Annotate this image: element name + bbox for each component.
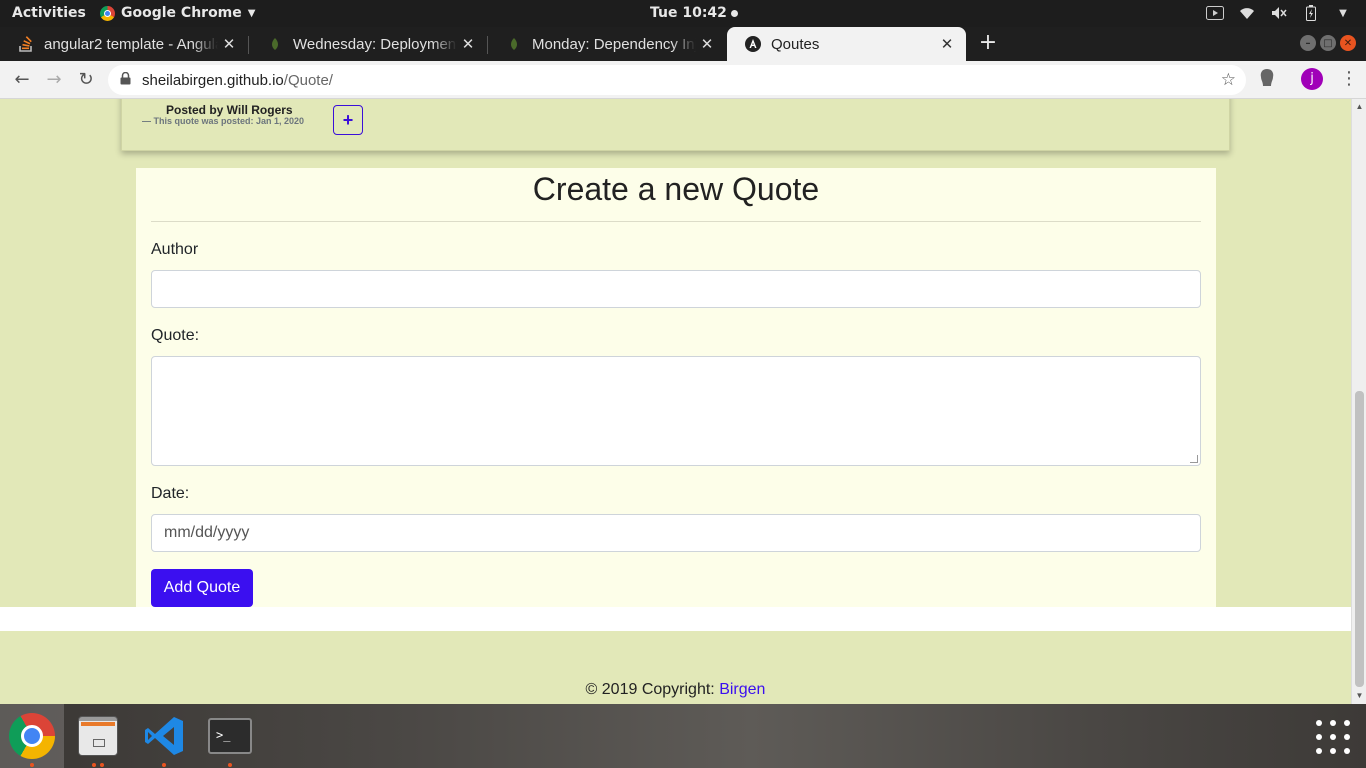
angular-icon (745, 36, 761, 52)
forward-arrow-icon[interactable]: → (42, 68, 66, 92)
reload-icon[interactable]: ↻ (74, 68, 98, 92)
vscode-icon (145, 717, 183, 755)
clock[interactable]: Tue 10:42 (650, 5, 738, 21)
lock-icon (120, 71, 134, 89)
tab-title: Qoutes (771, 35, 820, 53)
tab-title: Wednesday: Deployment (293, 35, 457, 53)
scroll-down-arrow-icon[interactable]: ▼ (1355, 691, 1364, 700)
tab-title: Monday: Dependency Injection (532, 35, 696, 53)
system-tray[interactable]: ▼ (1206, 4, 1352, 22)
tab-wednesday-deployment[interactable]: Wednesday: Deployment ✕ (249, 27, 487, 61)
upvote-button[interactable]: + (333, 105, 363, 135)
dock-files[interactable] (66, 704, 130, 768)
create-quote-form: Create a new Quote Author Quote: Date: m… (136, 168, 1216, 608)
date-input-placeholder: mm/dd/yyyy (164, 524, 250, 541)
extension-icon[interactable] (1258, 68, 1278, 90)
screencast-icon[interactable] (1206, 4, 1224, 22)
ubuntu-dock: >_ (0, 704, 1366, 768)
scroll-up-arrow-icon[interactable]: ▲ (1355, 102, 1364, 111)
chrome-icon (9, 713, 55, 759)
page-scrollbar[interactable]: ▲ ▼ (1351, 99, 1366, 704)
bookmark-star-icon[interactable]: ☆ (1221, 70, 1236, 90)
dock-vscode[interactable] (132, 704, 196, 768)
date-label: Date: (151, 485, 190, 502)
terminal-icon: >_ (208, 718, 252, 754)
tab-angular2-template[interactable]: angular2 template - Angular ✕ (0, 27, 248, 61)
quote-label: Quote: (151, 327, 200, 344)
quote-author: Posted by Will Rogers (166, 103, 293, 117)
back-arrow-icon[interactable]: ← (10, 68, 34, 92)
chrome-menu-icon[interactable]: ⋮ (1340, 68, 1358, 90)
scrollbar-thumb[interactable] (1355, 391, 1364, 687)
tab-strip: angular2 template - Angular ✕ Wednesday:… (0, 27, 1366, 61)
chrome-icon (100, 5, 115, 21)
quote-date: — This quote was posted: Jan 1, 2020 (142, 116, 305, 126)
page-footer: © 2019 Copyright: Birgen (0, 681, 1351, 699)
tab-monday-dependency-injection[interactable]: Monday: Dependency Injection ✕ (488, 27, 726, 61)
battery-icon[interactable] (1302, 4, 1320, 22)
add-quote-button[interactable]: Add Quote (151, 569, 253, 607)
maximize-icon[interactable]: □ (1320, 35, 1336, 51)
url-path: /Quote/ (283, 71, 333, 89)
address-bar[interactable]: sheilabirgen.github.io /Quote/ ☆ (108, 65, 1246, 95)
quote-card: Posted by Will Rogers — This quote was p… (121, 99, 1230, 151)
system-menu-caret-icon[interactable]: ▼ (1334, 4, 1352, 22)
wifi-icon[interactable] (1238, 4, 1256, 22)
form-title: Create a new Quote (532, 171, 820, 207)
dock-terminal[interactable]: >_ (198, 704, 262, 768)
page-viewport: Posted by Will Rogers — This quote was p… (0, 99, 1366, 704)
divider (151, 221, 1201, 222)
close-window-icon[interactable]: ✕ (1340, 35, 1356, 51)
author-input[interactable] (151, 270, 1201, 308)
moringa-icon (272, 38, 278, 50)
running-indicator (66, 763, 130, 767)
quote-textarea[interactable] (151, 356, 1201, 466)
notification-dot-icon (730, 9, 738, 17)
dock-chrome[interactable] (0, 704, 64, 768)
author-label: Author (151, 241, 199, 258)
running-indicator (198, 763, 262, 767)
running-indicator (132, 763, 196, 767)
close-tab-icon[interactable]: ✕ (696, 35, 718, 53)
caret-down-icon: ▼ (247, 7, 256, 19)
system-top-bar: Activities Google Chrome ▼ Tue 10:42 ▼ (0, 0, 1366, 27)
section-divider-band (0, 607, 1351, 631)
files-icon (78, 716, 118, 756)
copyright-text: © 2019 Copyright: (585, 681, 715, 698)
close-tab-icon[interactable]: ✕ (218, 35, 240, 53)
browser-toolbar: ← → ↻ sheilabirgen.github.io /Quote/ ☆ j… (0, 61, 1366, 99)
volume-muted-icon[interactable] (1270, 4, 1288, 22)
close-tab-icon[interactable]: ✕ (457, 35, 479, 53)
clock-label: Tue 10:42 (650, 5, 727, 21)
app-menu[interactable]: Google Chrome ▼ (100, 5, 255, 21)
show-applications-icon[interactable] (1316, 720, 1350, 754)
activities-button[interactable]: Activities (12, 5, 86, 21)
footer-author-link[interactable]: Birgen (719, 681, 765, 698)
profile-avatar[interactable]: j (1301, 68, 1323, 90)
running-indicator (0, 763, 64, 767)
close-tab-icon[interactable]: ✕ (936, 35, 958, 53)
tab-title: angular2 template - Angular (44, 35, 218, 53)
moringa-icon (511, 38, 517, 50)
minimize-icon[interactable]: – (1300, 35, 1316, 51)
date-input[interactable]: mm/dd/yyyy (151, 514, 1201, 552)
app-menu-label: Google Chrome (121, 5, 242, 21)
resize-handle-icon[interactable] (1190, 455, 1198, 463)
url-host: sheilabirgen.github.io (142, 71, 284, 89)
tab-qoutes[interactable]: Qoutes ✕ (727, 27, 966, 61)
new-tab-button[interactable]: + (976, 31, 1000, 55)
stackoverflow-icon (19, 36, 32, 52)
window-controls: – □ ✕ (1300, 35, 1356, 51)
